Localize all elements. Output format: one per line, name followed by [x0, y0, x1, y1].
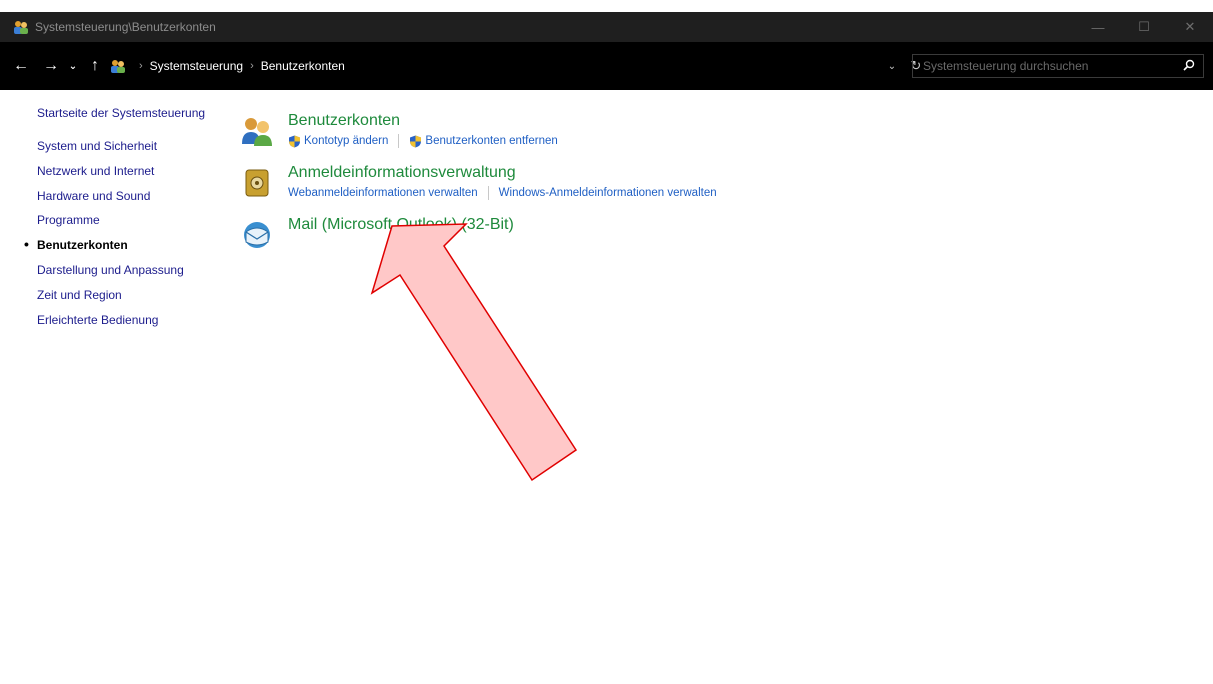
window-title: Systemsteuerung\Benutzerkonten	[35, 20, 216, 34]
recent-locations-button[interactable]: ⌄	[62, 54, 84, 78]
nav-item-clock-region[interactable]: Zeit und Region	[37, 287, 227, 312]
breadcrumb-item-systemsteuerung[interactable]: Systemsteuerung	[150, 59, 243, 73]
category-list: System und Sicherheit Netzwerk und Inter…	[24, 138, 227, 337]
group-links: Webanmeldeinformationen verwalten Window…	[288, 186, 717, 200]
windows-credentials-link[interactable]: Windows-Anmeldeinformationen verwalten	[499, 187, 717, 199]
nav-item-ease-of-access[interactable]: Erleichterte Bedienung	[37, 312, 227, 337]
minimize-button[interactable]: —	[1075, 12, 1121, 42]
divider	[487, 186, 489, 200]
nav-item-appearance[interactable]: Darstellung und Anpassung	[37, 262, 227, 287]
search-icon[interactable]	[1183, 59, 1195, 74]
forward-button[interactable]: →	[40, 54, 62, 78]
users-icon	[14, 21, 28, 34]
change-account-type-link[interactable]: Kontotyp ändern	[288, 135, 388, 148]
address-bar: ← → ⌄ ↑ › Systemsteuerung › Benutzerkont…	[0, 42, 1213, 90]
remove-accounts-link[interactable]: Benutzerkonten entfernen	[409, 135, 558, 148]
main-content: Benutzerkonten Kontotyp ändern Benutzerk…	[240, 112, 940, 268]
left-navigation: Startseite der Systemsteuerung System un…	[24, 106, 227, 337]
search-input[interactable]	[913, 59, 1173, 73]
highlight-arrow-icon	[370, 223, 578, 482]
remove-accounts-label: Benutzerkonten entfernen	[425, 135, 558, 147]
breadcrumb-item-benutzerkonten[interactable]: Benutzerkonten	[261, 59, 345, 73]
nav-item-hardware-sound[interactable]: Hardware und Sound	[37, 188, 227, 213]
title-bar: Systemsteuerung\Benutzerkonten — ☐ ✕	[0, 12, 1213, 42]
uac-shield-icon	[289, 135, 300, 147]
maximize-button[interactable]: ☐	[1121, 12, 1167, 42]
mail-icon[interactable]	[240, 218, 274, 252]
nav-item-user-accounts[interactable]: Benutzerkonten	[24, 236, 227, 262]
back-button[interactable]: ←	[10, 54, 32, 78]
control-panel-home-link[interactable]: Startseite der Systemsteuerung	[37, 106, 227, 120]
chevron-right-icon: ›	[139, 60, 143, 72]
group-title-credential-manager[interactable]: Anmeldeinformationsverwaltung	[288, 164, 516, 182]
users-icon	[111, 60, 125, 73]
group-user-accounts: Benutzerkonten Kontotyp ändern Benutzerk…	[240, 112, 940, 164]
web-credentials-link[interactable]: Webanmeldeinformationen verwalten	[288, 187, 478, 199]
address-dropdown-button[interactable]: ⌄	[880, 61, 904, 72]
nav-item-network-internet[interactable]: Netzwerk und Internet	[37, 163, 227, 188]
divider	[398, 134, 400, 148]
group-mail: Mail (Microsoft Outlook) (32-Bit)	[240, 216, 940, 268]
chevron-right-icon: ›	[250, 60, 254, 72]
credential-vault-icon[interactable]	[240, 166, 274, 200]
search-box[interactable]	[912, 54, 1204, 78]
breadcrumb[interactable]: › Systemsteuerung › Benutzerkonten	[110, 54, 880, 78]
users-icon[interactable]	[240, 114, 274, 148]
close-button[interactable]: ✕	[1167, 12, 1213, 42]
group-links: Kontotyp ändern Benutzerkonten entfernen	[288, 134, 558, 148]
up-button[interactable]: ↑	[84, 54, 106, 78]
nav-item-system-security[interactable]: System und Sicherheit	[37, 138, 227, 163]
group-title-user-accounts[interactable]: Benutzerkonten	[288, 112, 400, 130]
change-account-type-label: Kontotyp ändern	[304, 135, 389, 147]
group-credential-manager: Anmeldeinformationsverwaltung Webanmelde…	[240, 164, 940, 216]
uac-shield-icon	[410, 135, 422, 147]
nav-item-programs[interactable]: Programme	[37, 212, 227, 237]
window-controls: — ☐ ✕	[1075, 12, 1213, 42]
